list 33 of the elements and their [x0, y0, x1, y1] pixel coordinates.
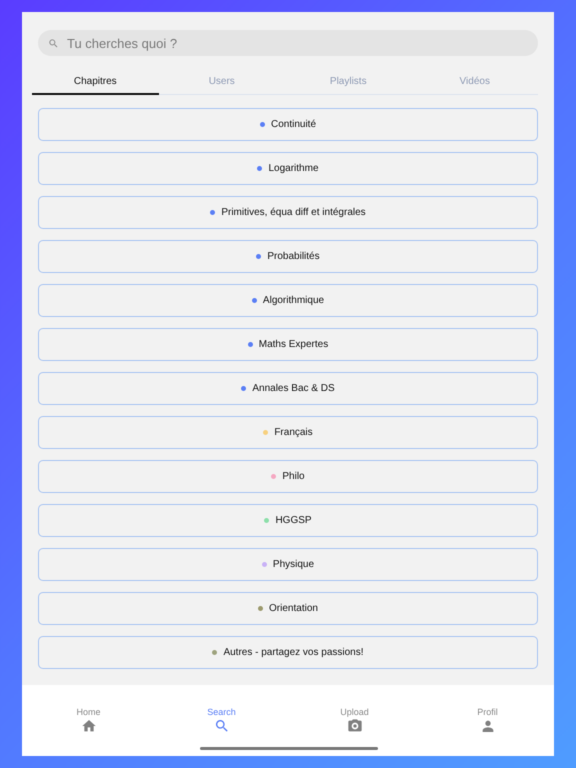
chapter-item[interactable]: Continuité: [38, 108, 538, 141]
tab[interactable]: Chapitres: [32, 70, 158, 95]
chapter-item[interactable]: Annales Bac & DS: [38, 372, 538, 405]
chapter-item[interactable]: Philo: [38, 460, 538, 493]
chapter-label: Maths Expertes: [258, 339, 328, 350]
chapter-label: Logarithme: [268, 163, 319, 174]
chapter-label: Orientation: [269, 603, 318, 614]
chapter-label: Annales Bac & DS: [252, 383, 335, 394]
chapter-item[interactable]: Logarithme: [38, 152, 538, 185]
person-icon: [480, 718, 496, 734]
search-icon: [214, 718, 230, 734]
chapter-label: Physique: [272, 559, 314, 570]
chapter-label: Algorithmique: [262, 295, 324, 306]
chapter-label: Probabilités: [267, 251, 320, 262]
chapter-item[interactable]: Autres - partagez vos passions!: [38, 636, 538, 669]
chapter-label: Primitives, équa diff et intégrales: [221, 207, 366, 218]
chapter-label: Français: [274, 427, 313, 438]
chapter-item[interactable]: Algorithmique: [38, 284, 538, 317]
chapter-item[interactable]: Primitives, équa diff et intégrales: [38, 196, 538, 229]
chapter-item[interactable]: Orientation: [38, 592, 538, 625]
chapter-item[interactable]: Probabilités: [38, 240, 538, 273]
chapter-item[interactable]: Physique: [38, 548, 538, 581]
chapter-label: HGGSP: [275, 515, 312, 526]
search-field[interactable]: Tu cherches quoi ?: [38, 30, 538, 56]
nav-tab[interactable]: Search: [155, 685, 288, 756]
chapter-item[interactable]: HGGSP: [38, 504, 538, 537]
home-icon: [80, 718, 96, 734]
chapter-label: Philo: [282, 471, 305, 482]
camera-icon: [346, 718, 362, 734]
chapter-item[interactable]: Français: [38, 416, 538, 449]
chapter-label: Continuité: [270, 119, 316, 130]
chapter-label: Autres - partagez vos passions!: [223, 647, 364, 658]
chapter-item[interactable]: Maths Expertes: [38, 328, 538, 361]
